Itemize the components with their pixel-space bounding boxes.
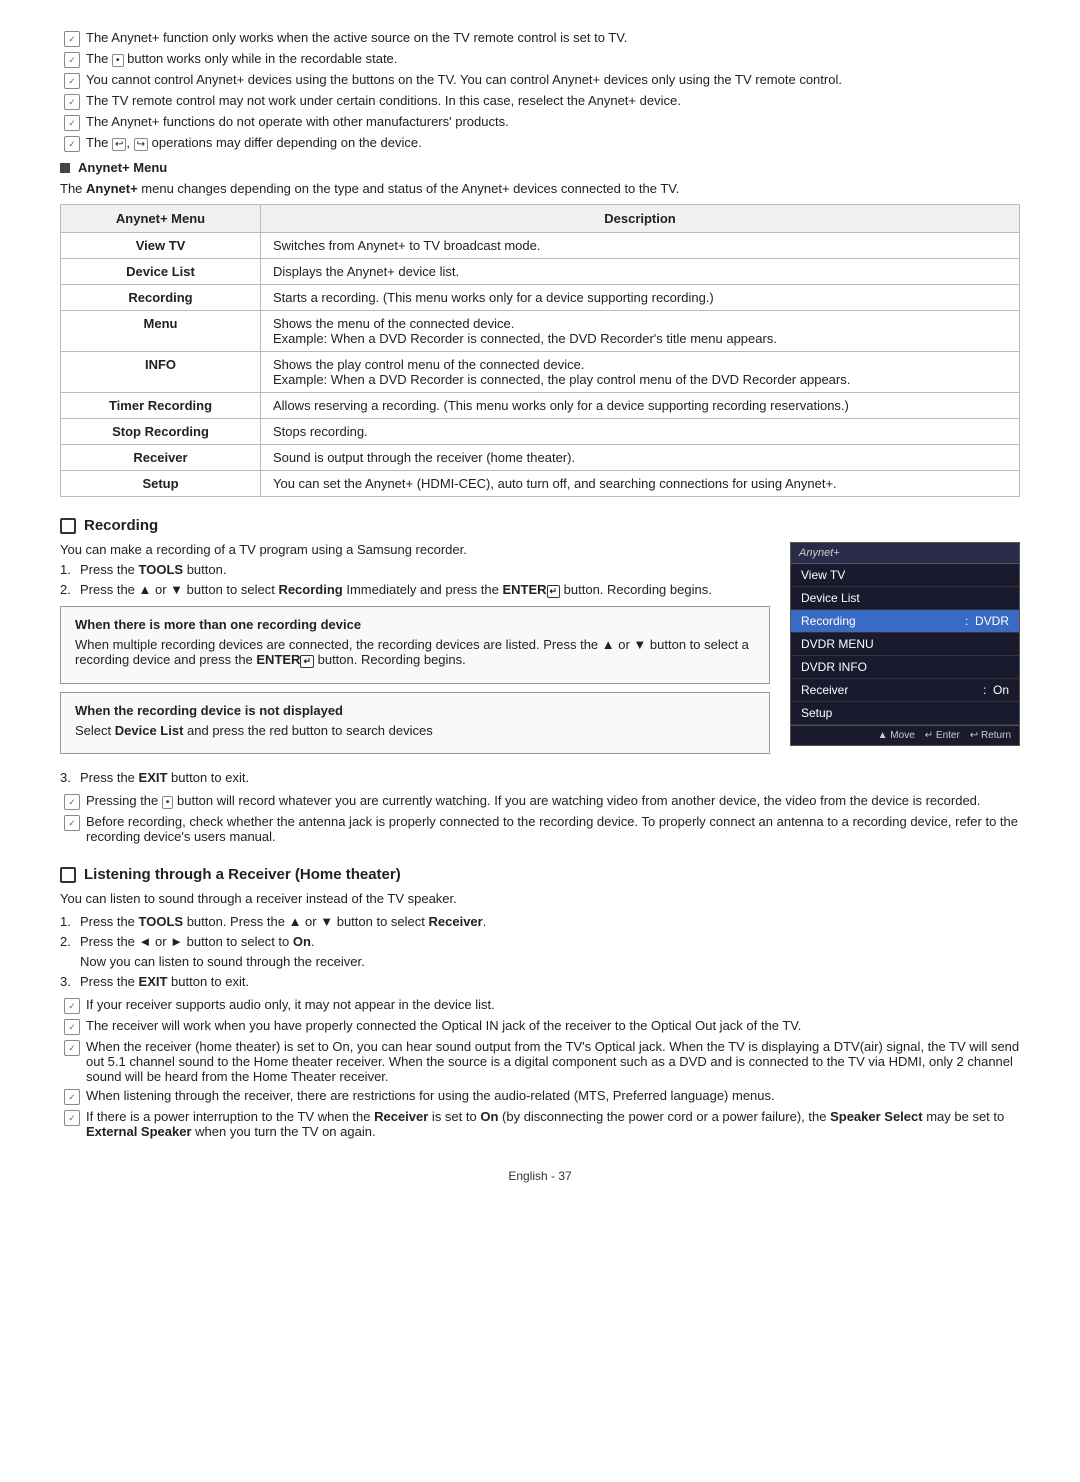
table-row: Receiver Sound is output through the rec…	[61, 445, 1020, 471]
note-icon	[64, 31, 80, 47]
recording-content: You can make a recording of a TV program…	[60, 542, 1020, 762]
recording-left-panel: You can make a recording of a TV program…	[60, 542, 770, 762]
anynet-side-panel: Anynet+ View TV Device List Recording: D…	[790, 542, 1020, 762]
panel-item-devicelist: Device List	[791, 587, 1019, 610]
table-row: Menu Shows the menu of the connected dev…	[61, 311, 1020, 352]
note-icon	[64, 1040, 80, 1056]
anynet-menu-header: Anynet+ Menu	[60, 160, 1020, 175]
panel-item-viewtv: View TV	[791, 564, 1019, 587]
table-row: Setup You can set the Anynet+ (HDMI-CEC)…	[61, 471, 1020, 497]
step-1: 1. Press the TOOLS button.	[60, 562, 770, 577]
panel-item-dvdr-menu: DVDR MENU	[791, 633, 1019, 656]
info-box-text-2: Select Device List and press the red but…	[75, 723, 755, 738]
bullet-item: The Anynet+ function only works when the…	[60, 30, 1020, 47]
info-box-title-1: When there is more than one recording de…	[75, 617, 755, 632]
listen-note-1: If your receiver supports audio only, it…	[60, 997, 1020, 1014]
anynet-panel-title: Anynet+	[791, 543, 1019, 564]
panel-item-dvdr-info: DVDR INFO	[791, 656, 1019, 679]
recording-notes: Pressing the • button will record whatev…	[60, 793, 1020, 844]
listening-title: Listening through a Receiver (Home theat…	[60, 866, 1020, 883]
note-icon	[64, 1089, 80, 1105]
checkbox-icon	[60, 518, 76, 534]
note-icon	[64, 136, 80, 152]
bullet-item: You cannot control Anynet+ devices using…	[60, 72, 1020, 89]
info-box-not-displayed: When the recording device is not display…	[60, 692, 770, 754]
panel-item-recording: Recording: DVDR	[791, 610, 1019, 633]
checkbox-icon-2	[60, 867, 76, 883]
listen-note-2: The receiver will work when you have pro…	[60, 1018, 1020, 1035]
note-item: Before recording, check whether the ante…	[60, 814, 1020, 844]
step-2: 2. Press the ▲ or ▼ button to select Rec…	[60, 582, 770, 598]
listening-intro: You can listen to sound through a receiv…	[60, 891, 1020, 906]
note-icon	[64, 115, 80, 131]
panel-item-receiver: Receiver: On	[791, 679, 1019, 702]
recording-title: Recording	[60, 517, 1020, 534]
page-number: English - 37	[508, 1169, 571, 1183]
listen-note-5: If there is a power interruption to the …	[60, 1109, 1020, 1139]
bullet-item: The • button works only while in the rec…	[60, 51, 1020, 68]
info-box-text-1: When multiple recording devices are conn…	[75, 637, 755, 668]
listen-note-3: When the receiver (home theater) is set …	[60, 1039, 1020, 1084]
listening-notes: If your receiver supports audio only, it…	[60, 997, 1020, 1139]
bullet-item: The TV remote control may not work under…	[60, 93, 1020, 110]
note-icon	[64, 815, 80, 831]
anynet-menu-table: Anynet+ Menu Description View TV Switche…	[60, 204, 1020, 497]
listen-note-4: When listening through the receiver, the…	[60, 1088, 1020, 1105]
step-3: 3. Press the EXIT button to exit.	[60, 770, 1020, 785]
listen-step-3: 3. Press the EXIT button to exit.	[60, 974, 1020, 989]
note-icon	[64, 73, 80, 89]
note-icon	[64, 52, 80, 68]
listen-step-2b: Now you can listen to sound through the …	[60, 954, 1020, 969]
recording-intro: You can make a recording of a TV program…	[60, 542, 770, 557]
note-item: Pressing the • button will record whatev…	[60, 793, 1020, 810]
info-box-multiple-devices: When there is more than one recording de…	[60, 606, 770, 684]
top-bullets: The Anynet+ function only works when the…	[60, 30, 1020, 152]
section-bullet	[60, 163, 70, 173]
bullet-item: The Anynet+ functions do not operate wit…	[60, 114, 1020, 131]
section-title-label: Anynet+ Menu	[78, 160, 167, 175]
note-icon	[64, 794, 80, 810]
anynet-panel-footer: ▲ Move ↵ Enter ↩ Return	[791, 725, 1019, 745]
note-icon	[64, 1019, 80, 1035]
note-icon	[64, 94, 80, 110]
recording-title-label: Recording	[84, 517, 158, 534]
info-box-title-2: When the recording device is not display…	[75, 703, 755, 718]
page-footer: English - 37	[60, 1169, 1020, 1183]
table-row: Recording Starts a recording. (This menu…	[61, 285, 1020, 311]
table-row: INFO Shows the play control menu of the …	[61, 352, 1020, 393]
bullet-item: The ↩, ↪ operations may differ depending…	[60, 135, 1020, 152]
anynet-panel: Anynet+ View TV Device List Recording: D…	[790, 542, 1020, 746]
recording-steps: 1. Press the TOOLS button. 2. Press the …	[60, 562, 770, 598]
listen-step-2: 2. Press the ◄ or ► button to select to …	[60, 934, 1020, 949]
note-icon	[64, 1110, 80, 1126]
listen-step-1: 1. Press the TOOLS button. Press the ▲ o…	[60, 914, 1020, 929]
table-header-desc: Description	[261, 205, 1020, 233]
table-header-menu: Anynet+ Menu	[61, 205, 261, 233]
listening-title-label: Listening through a Receiver (Home theat…	[84, 866, 401, 883]
note-icon	[64, 998, 80, 1014]
panel-item-setup: Setup	[791, 702, 1019, 725]
table-row: Stop Recording Stops recording.	[61, 419, 1020, 445]
listening-steps: 1. Press the TOOLS button. Press the ▲ o…	[60, 914, 1020, 989]
table-row: Device List Displays the Anynet+ device …	[61, 259, 1020, 285]
anynet-menu-description: The Anynet+ menu changes depending on th…	[60, 181, 1020, 196]
recording-step3-list: 3. Press the EXIT button to exit.	[60, 770, 1020, 785]
table-row: View TV Switches from Anynet+ to TV broa…	[61, 233, 1020, 259]
table-row: Timer Recording Allows reserving a recor…	[61, 393, 1020, 419]
